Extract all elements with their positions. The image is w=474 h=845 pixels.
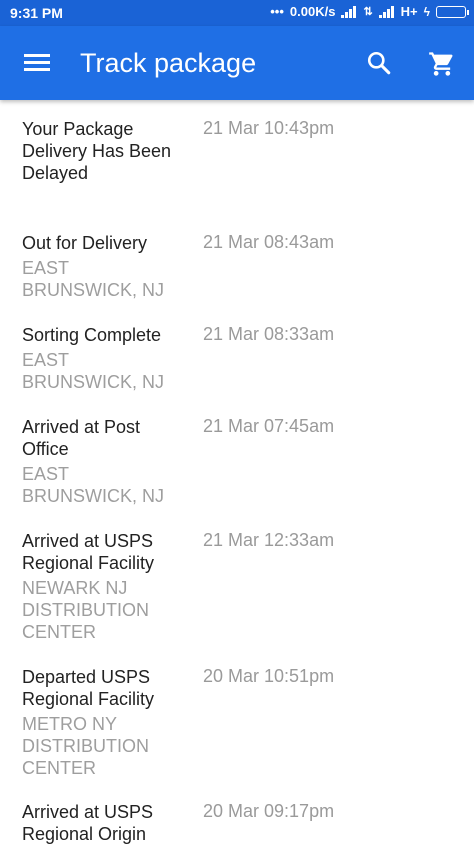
event-location: EAST BRUNSWICK, NJ [22, 258, 165, 300]
data-arrows-icon: ⇅ [363, 6, 373, 18]
event-date: 21 Mar 10:43pm [203, 118, 335, 138]
event-date: 21 Mar 08:43am [203, 232, 335, 252]
signal-icon-2 [378, 5, 395, 18]
search-icon[interactable] [366, 50, 392, 76]
status-bar: 9:31 PM ••• 0.00K/s ⇅ H+ ϟ [0, 0, 474, 26]
event-date: 21 Mar 08:33am [203, 324, 335, 344]
event-location: METRO NY DISTRIBUTION CENTER [22, 714, 150, 778]
event-date: 20 Mar 10:51pm [203, 666, 335, 686]
event-status: Arrived at Post Office [22, 417, 141, 459]
event-status: Sorting Complete [22, 325, 162, 345]
network-type: H+ [400, 4, 418, 19]
app-bar: Track package [0, 26, 474, 100]
menu-icon[interactable] [24, 54, 50, 72]
event-location: NEWARK NJ DISTRIBUTION CENTER [22, 578, 150, 642]
battery-icon [436, 5, 469, 18]
status-time: 9:31 PM [10, 5, 63, 21]
network-speed: 0.00K/s [289, 4, 336, 19]
status-indicators: ••• 0.00K/s ⇅ H+ ϟ [270, 4, 469, 19]
event-status: Arrived at USPS Regional Facility [22, 531, 155, 573]
cart-icon[interactable] [428, 50, 456, 78]
status-dots: ••• [270, 4, 284, 19]
event-date: 21 Mar 07:45am [203, 416, 335, 436]
event-status: Departed USPS Regional Facility [22, 667, 155, 709]
event-date: 21 Mar 12:33am [203, 530, 335, 550]
charging-icon: ϟ [423, 4, 430, 19]
event-status: Your Package Delivery Has Been Delayed [22, 119, 172, 183]
event-status: Out for Delivery [22, 233, 148, 253]
page-title: Track package [80, 48, 257, 78]
event-location: EAST BRUNSWICK, NJ [22, 350, 165, 392]
signal-icon [341, 5, 357, 18]
event-status: Arrived at USPS Regional Origin [22, 802, 154, 844]
event-date: 20 Mar 09:17pm [203, 801, 335, 821]
event-location: EAST BRUNSWICK, NJ [22, 464, 165, 506]
